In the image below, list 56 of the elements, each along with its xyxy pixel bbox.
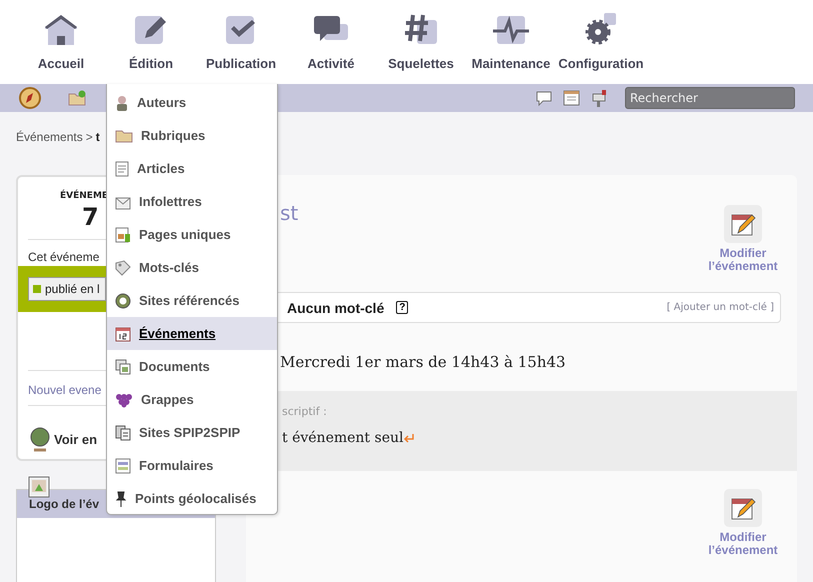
- tag-icon: [115, 260, 131, 276]
- menu-item[interactable]: Formulaires: [107, 449, 277, 482]
- event-title: st: [280, 201, 298, 227]
- event-date: Mercredi 1er mars de 14h43 à 15h43: [279, 352, 567, 373]
- globe-icon: [115, 292, 131, 308]
- view-online-link[interactable]: Voir en: [54, 432, 98, 446]
- images-icon: [115, 358, 131, 374]
- menu-item[interactable]: Auteurs: [107, 86, 277, 119]
- nav-item[interactable]: Édition: [106, 0, 196, 84]
- menu-item[interactable]: Infolettres: [107, 185, 277, 218]
- pushpin-icon: [115, 490, 127, 506]
- search-field[interactable]: Rechercher: [625, 87, 795, 109]
- description-text: t événement seul: [282, 430, 404, 446]
- form-icon: [115, 458, 131, 474]
- menu-item[interactable]: Rubriques: [107, 119, 277, 152]
- nav-item[interactable]: Accueil: [16, 0, 106, 84]
- help-icon[interactable]: ?: [396, 301, 408, 314]
- status-select[interactable]: publié en l: [28, 277, 106, 301]
- status-label: Cet événeme: [28, 250, 100, 264]
- folder-icon: [115, 128, 133, 142]
- menu-item[interactable]: Grappes: [107, 383, 277, 416]
- menu-item[interactable]: Sites référencés: [107, 284, 277, 317]
- menu-item[interactable]: Pages uniques: [107, 218, 277, 251]
- documents-icon: [115, 424, 131, 440]
- calendar-icon: [115, 326, 131, 342]
- description-label: scriptif :: [282, 405, 328, 418]
- calendar-icon[interactable]: [563, 90, 581, 106]
- speech-bubble-icon[interactable]: [535, 90, 553, 106]
- page-icon: [115, 226, 131, 242]
- nav-item[interactable]: Publication: [196, 0, 286, 84]
- person-icon: [115, 94, 129, 110]
- mailbox-icon[interactable]: [591, 89, 609, 107]
- nav-item[interactable]: Activité: [286, 0, 376, 84]
- calendar-edit-icon: [724, 489, 762, 527]
- nav-item[interactable]: Maintenance: [466, 0, 556, 84]
- grapes-icon: [115, 392, 133, 408]
- menu-item[interactable]: Mots-clés: [107, 251, 277, 284]
- image-add-icon[interactable]: [28, 476, 50, 498]
- globe-icon: [28, 426, 50, 452]
- compass-icon[interactable]: [18, 86, 42, 110]
- breadcrumb-separator: >: [86, 130, 93, 144]
- event-number: 7: [82, 203, 100, 231]
- calendar-edit-icon: [724, 205, 762, 243]
- menu-item[interactable]: Sites SPIP2SPIP: [107, 416, 277, 449]
- breadcrumb-link[interactable]: Événements: [16, 130, 83, 144]
- menu-item[interactable]: Documents: [107, 350, 277, 383]
- breadcrumb-current: t: [96, 130, 100, 144]
- card-heading: ÉVÉNEME: [60, 191, 110, 201]
- menu-item[interactable]: Articles: [107, 152, 277, 185]
- nav-item[interactable]: Squelettes: [376, 0, 466, 84]
- return-icon: [403, 433, 416, 443]
- keywords-label: Aucun mot-clé: [287, 300, 384, 316]
- menu-item[interactable]: Événements: [107, 317, 277, 350]
- document-icon: [115, 160, 129, 176]
- nav-item[interactable]: Configuration: [556, 0, 646, 84]
- house-icon: [43, 12, 79, 48]
